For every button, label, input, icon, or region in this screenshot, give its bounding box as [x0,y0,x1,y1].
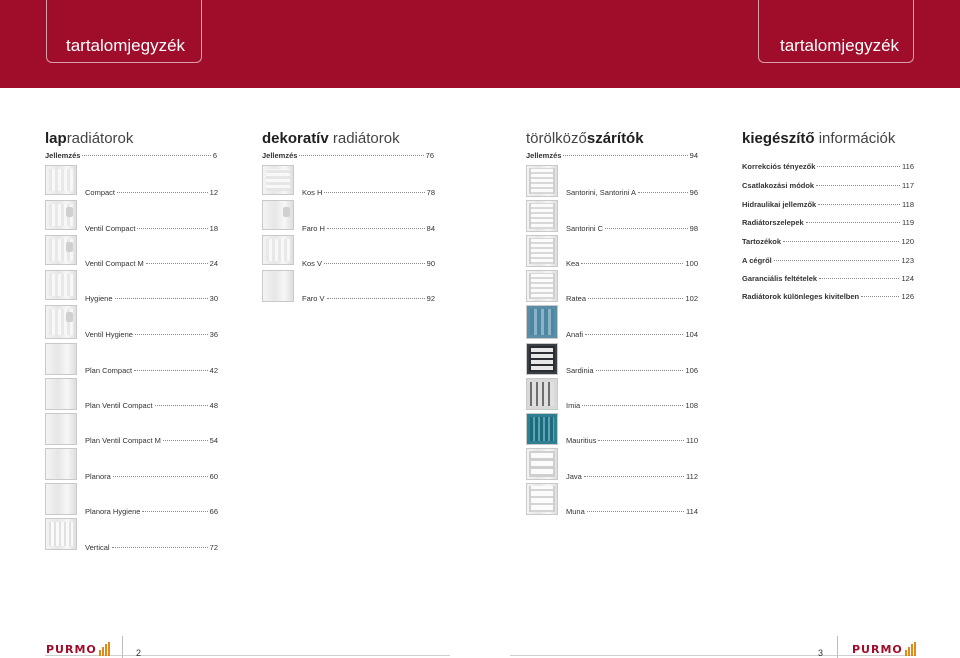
toc-entry[interactable]: Ventil Compact 18 [85,224,218,233]
toc-entry[interactable]: Kos H 78 [302,188,435,197]
radiator-thumbnail [45,200,77,230]
section-title: dekoratív radiátorok [262,130,400,147]
towel-dryer-thumbnail [526,448,558,480]
toc-entry[interactable]: Radiátorszelepek 119 [742,218,914,227]
toc-entry[interactable]: Ratea 102 [566,294,698,303]
toc-entry[interactable]: Hygiene 30 [85,294,218,303]
toc-entry[interactable]: Santorini, Santorini A 96 [566,188,698,197]
radiator-thumbnail [45,483,77,515]
toc-entry-jellemzes[interactable]: Jellemzés 76 [262,151,434,160]
page-number-left: 2 [136,648,142,658]
section-title: lapradiátorok [45,130,134,147]
toc-entry[interactable]: Kea 100 [566,259,698,268]
towel-dryer-thumbnail [526,343,558,375]
radiator-thumbnail [45,378,77,410]
purmo-logo-left: PURMO [46,640,110,658]
radiator-thumbnail [45,270,77,300]
toc-entry[interactable]: Ventil Hygiene 36 [85,330,218,339]
toc-entry[interactable]: Java 112 [566,472,698,481]
section-dekorativ: dekoratív radiátorok [262,130,400,148]
page-title-right: tartalomjegyzék [780,36,900,55]
towel-dryer-thumbnail [526,165,558,197]
radiator-thumbnail [45,518,77,550]
toc-entry[interactable]: Planora Hygiene 66 [85,507,218,516]
toc-entry[interactable]: Hidraulikai jellemzők 118 [742,200,914,209]
logo-bars-icon [98,642,110,656]
toc-entry-jellemzes[interactable]: Jellemzés 94 [526,151,698,160]
toc-entry[interactable]: Faro V 92 [302,294,435,303]
toc-entry[interactable]: Vertical 72 [85,543,218,552]
radiator-thumbnail [45,165,77,195]
toc-entry[interactable]: Ventil Compact M 24 [85,259,218,268]
section-kiegeszito: kiegészítő információk [742,130,895,148]
radiator-thumbnail [262,235,294,265]
toc-entry-jellemzes[interactable]: Jellemzés 6 [45,151,217,160]
section-lapradiatorok: lapradiátorok [45,130,133,148]
towel-dryer-thumbnail [526,235,558,267]
toc-entry[interactable]: A cégről 123 [742,256,914,265]
toc-entry[interactable]: Anafi 104 [566,330,698,339]
page-number-right: 3 [818,648,824,658]
toc-entry[interactable]: Csatlakozási módok 117 [742,181,914,190]
footer-divider [837,636,838,658]
toc-entry[interactable]: Planora 60 [85,472,218,481]
section-title: kiegészítő információk [742,130,896,147]
radiator-thumbnail [262,165,294,195]
toc-entry[interactable]: Faro H 84 [302,224,435,233]
toc-entry[interactable]: Kos V 90 [302,259,435,268]
section-torolkozo: törölközőszárítók [526,130,644,148]
towel-dryer-thumbnail [526,378,558,410]
toc-entry[interactable]: Tartozékok 120 [742,237,914,246]
purmo-logo-right: PURMO [852,640,916,658]
radiator-thumbnail [45,305,77,339]
toc-entry[interactable]: Korrekciós tényezők 116 [742,162,914,171]
radiator-thumbnail [45,448,77,480]
radiator-thumbnail [45,413,77,445]
toc-entry[interactable]: Sardinia 106 [566,366,698,375]
page-title-left: tartalomjegyzék [66,36,186,55]
toc-entry[interactable]: Plan Ventil Compact M 54 [85,436,218,445]
radiator-thumbnail [262,200,294,230]
towel-dryer-thumbnail [526,270,558,302]
toc-entry[interactable]: Compact 12 [85,188,218,197]
radiator-thumbnail [262,270,294,302]
toc-entry[interactable]: Plan Compact 42 [85,366,218,375]
logo-bars-icon [904,642,916,656]
toc-entry[interactable]: Imia 108 [566,401,698,410]
toc-entry[interactable]: Garanciális feltételek 124 [742,274,914,283]
towel-dryer-thumbnail [526,483,558,515]
toc-entry[interactable]: Radiátorok különleges kivitelben 126 [742,292,914,301]
radiator-thumbnail [45,235,77,265]
header-band: tartalomjegyzék tartalomjegyzék [0,0,960,88]
toc-entry[interactable]: Santorini C 98 [566,224,698,233]
footer-divider [122,636,123,658]
toc-entry[interactable]: Plan Ventil Compact 48 [85,401,218,410]
towel-dryer-thumbnail [526,413,558,445]
radiator-thumbnail [45,343,77,375]
toc-entry[interactable]: Mauritius 110 [566,436,698,445]
toc-entry[interactable]: Muna 114 [566,507,698,516]
towel-dryer-thumbnail [526,305,558,339]
towel-dryer-thumbnail [526,200,558,232]
section-title: törölközőszárítók [526,130,644,147]
